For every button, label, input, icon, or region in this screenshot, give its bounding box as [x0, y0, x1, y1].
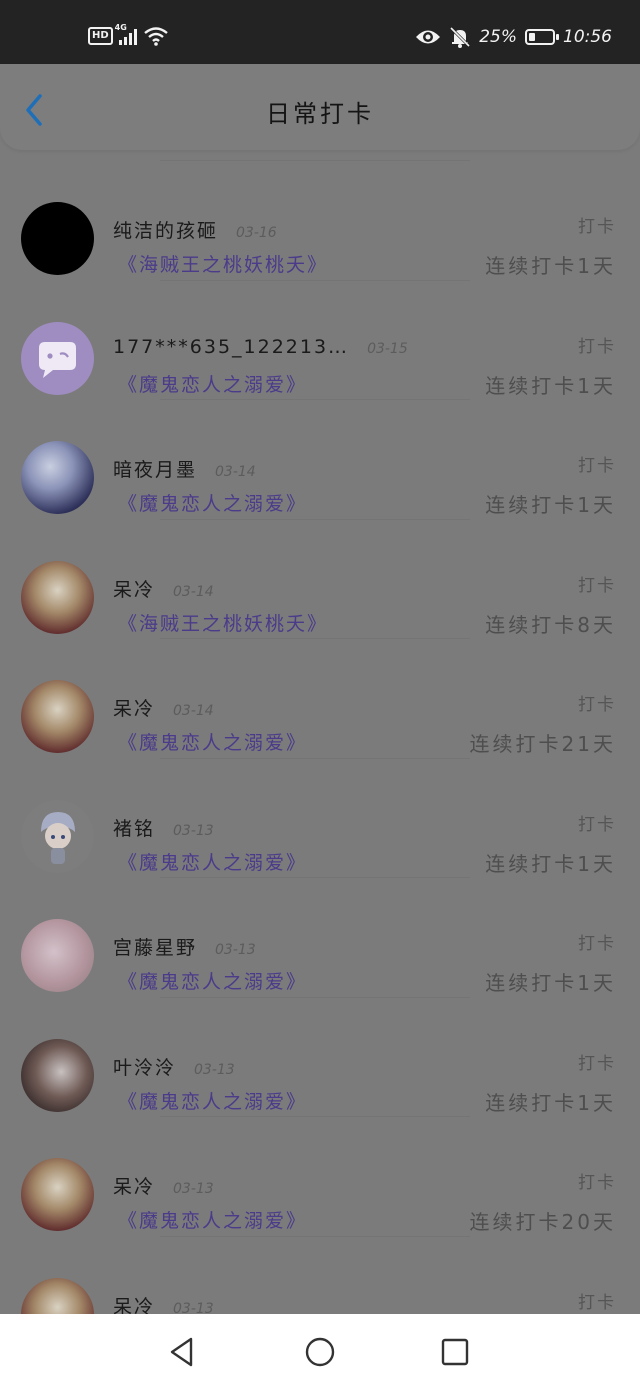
book-title[interactable]: 《魔鬼恋人之溺爱》 [118, 370, 307, 397]
checkin-tag: 打卡 [578, 695, 616, 715]
avatar[interactable] [21, 680, 94, 753]
list-item[interactable]: 宫藤星野 03-13 打卡 《魔鬼恋人之溺爱》 连续打卡1天 [0, 877, 640, 997]
book-title[interactable]: 《魔鬼恋人之溺爱》 [118, 728, 307, 755]
network-type: 4G [114, 23, 127, 32]
divider [160, 757, 470, 759]
user-name[interactable]: 叶泠泠 [113, 1053, 176, 1080]
hd-icon: HD [88, 27, 113, 45]
divider [160, 1116, 470, 1117]
status-bar: HD 4G 25% 10:56 [0, 0, 640, 64]
avatar[interactable] [21, 202, 94, 275]
list-item[interactable]: 177***635_122213… 03-15 打卡 《魔鬼恋人之溺爱》 连续打… [0, 279, 640, 400]
checkin-tag: 打卡 [578, 336, 616, 357]
streak-text: 连续打卡1天 [485, 971, 616, 995]
list-item[interactable]: 呆冷 03-14 打卡 《海贼王之桃妖桃夭》 连续打卡8天 [0, 518, 640, 639]
user-name[interactable]: 纯洁的孩砸 [113, 216, 218, 243]
divider [160, 160, 470, 161]
battery-icon [525, 29, 559, 45]
avatar[interactable] [21, 1158, 94, 1231]
battery-percent: 25% [479, 27, 517, 47]
checkin-tag: 打卡 [578, 1053, 616, 1074]
back-triangle-icon[interactable] [164, 1334, 200, 1370]
streak-text: 连续打卡1天 [485, 1090, 616, 1115]
streak-text: 连续打卡1天 [485, 373, 616, 398]
battery-level [529, 33, 535, 41]
user-name[interactable]: 呆冷 [113, 1172, 155, 1199]
book-title[interactable]: 《海贼王之桃妖桃夭》 [118, 609, 328, 636]
streak-text: 连续打卡21天 [469, 732, 616, 756]
user-name[interactable]: 宫藤星野 [113, 933, 197, 960]
avatar[interactable] [21, 799, 94, 873]
streak-text: 连续打卡8天 [485, 612, 616, 637]
checkin-tag: 打卡 [578, 456, 616, 476]
user-name[interactable]: 暗夜月墨 [113, 455, 197, 482]
list-item[interactable]: 呆冷 03-13 打卡 《魔鬼恋人之溺爱》 连续打卡20天 [0, 1116, 640, 1236]
page-title: 日常打卡 [266, 100, 374, 128]
checkin-date: 03-14 [215, 464, 256, 480]
book-title[interactable]: 《魔鬼恋人之溺爱》 [118, 967, 307, 994]
list-item[interactable]: 叶泠泠 03-13 打卡 《魔鬼恋人之溺爱》 连续打卡1天 [0, 996, 640, 1117]
checkin-date: 03-13 [173, 1181, 214, 1197]
checkin-tag: 打卡 [578, 575, 616, 596]
home-circle-icon[interactable] [302, 1334, 338, 1370]
book-title[interactable]: 《魔鬼恋人之溺爱》 [118, 1087, 307, 1114]
status-left: HD 4G [88, 23, 169, 46]
signal-icon: 4G [115, 23, 137, 45]
chibi-character-icon [41, 811, 75, 864]
chat-bubble-icon [39, 341, 76, 378]
avatar[interactable] [21, 441, 94, 514]
avatar[interactable] [21, 560, 94, 634]
divider [160, 279, 470, 281]
wifi-icon [143, 27, 168, 46]
checkin-date: 03-14 [173, 703, 214, 719]
mute-bell-icon [450, 26, 471, 48]
checkin-date: 03-13 [173, 822, 214, 839]
divider [160, 877, 470, 878]
list-item[interactable]: 褚铭 03-13 打卡 《魔鬼恋人之溺爱》 连续打卡1天 [0, 757, 640, 878]
page-header: 日常打卡 [0, 64, 640, 150]
checkin-tag: 打卡 [578, 934, 616, 954]
checkin-list: 纯洁的孩砸 03-16 打卡 《海贼王之桃妖桃夭》 连续打卡1天 177***6… [0, 160, 640, 1355]
book-title[interactable]: 《海贼王之桃妖桃夭》 [118, 250, 328, 277]
streak-text: 连续打卡1天 [485, 493, 616, 517]
checkin-tag: 打卡 [578, 1173, 616, 1193]
checkin-date: 03-16 [236, 225, 277, 241]
clock: 10:56 [563, 27, 612, 47]
user-name[interactable]: 呆冷 [113, 575, 155, 602]
streak-text: 连续打卡20天 [469, 1210, 616, 1234]
avatar[interactable] [21, 919, 94, 992]
avatar[interactable] [21, 1038, 94, 1112]
book-title[interactable]: 《魔鬼恋人之溺爱》 [118, 489, 307, 516]
streak-text: 连续打卡1天 [485, 851, 616, 876]
user-name[interactable]: 褚铭 [113, 814, 155, 841]
checkin-date: 03-15 [367, 340, 408, 357]
checkin-tag: 打卡 [578, 217, 616, 237]
system-nav-bar [0, 1314, 640, 1387]
checkin-date: 03-14 [173, 583, 214, 600]
divider [160, 1235, 470, 1237]
checkin-date: 03-13 [215, 942, 256, 958]
status-right: 25% 10:56 [415, 26, 612, 48]
divider [160, 518, 470, 520]
list-item[interactable]: 暗夜月墨 03-14 打卡 《魔鬼恋人之溺爱》 连续打卡1天 [0, 399, 640, 519]
divider [160, 638, 470, 639]
eye-icon [416, 30, 441, 44]
list-item[interactable]: 纯洁的孩砸 03-16 打卡 《海贼王之桃妖桃夭》 连续打卡1天 [0, 160, 640, 280]
checkin-tag: 打卡 [578, 1292, 616, 1313]
user-name[interactable]: 呆冷 [113, 694, 155, 721]
user-name[interactable]: 177***635_122213… [113, 336, 349, 358]
divider [160, 996, 470, 998]
avatar[interactable] [21, 321, 94, 395]
streak-text: 连续打卡1天 [485, 254, 616, 278]
list-item[interactable]: 呆冷 03-14 打卡 《魔鬼恋人之溺爱》 连续打卡21天 [0, 638, 640, 758]
recents-square-icon[interactable] [437, 1334, 473, 1370]
divider [160, 399, 470, 400]
checkin-date: 03-13 [194, 1061, 235, 1078]
checkin-tag: 打卡 [578, 814, 616, 835]
book-title[interactable]: 《魔鬼恋人之溺爱》 [118, 848, 307, 875]
book-title[interactable]: 《魔鬼恋人之溺爱》 [118, 1206, 307, 1233]
